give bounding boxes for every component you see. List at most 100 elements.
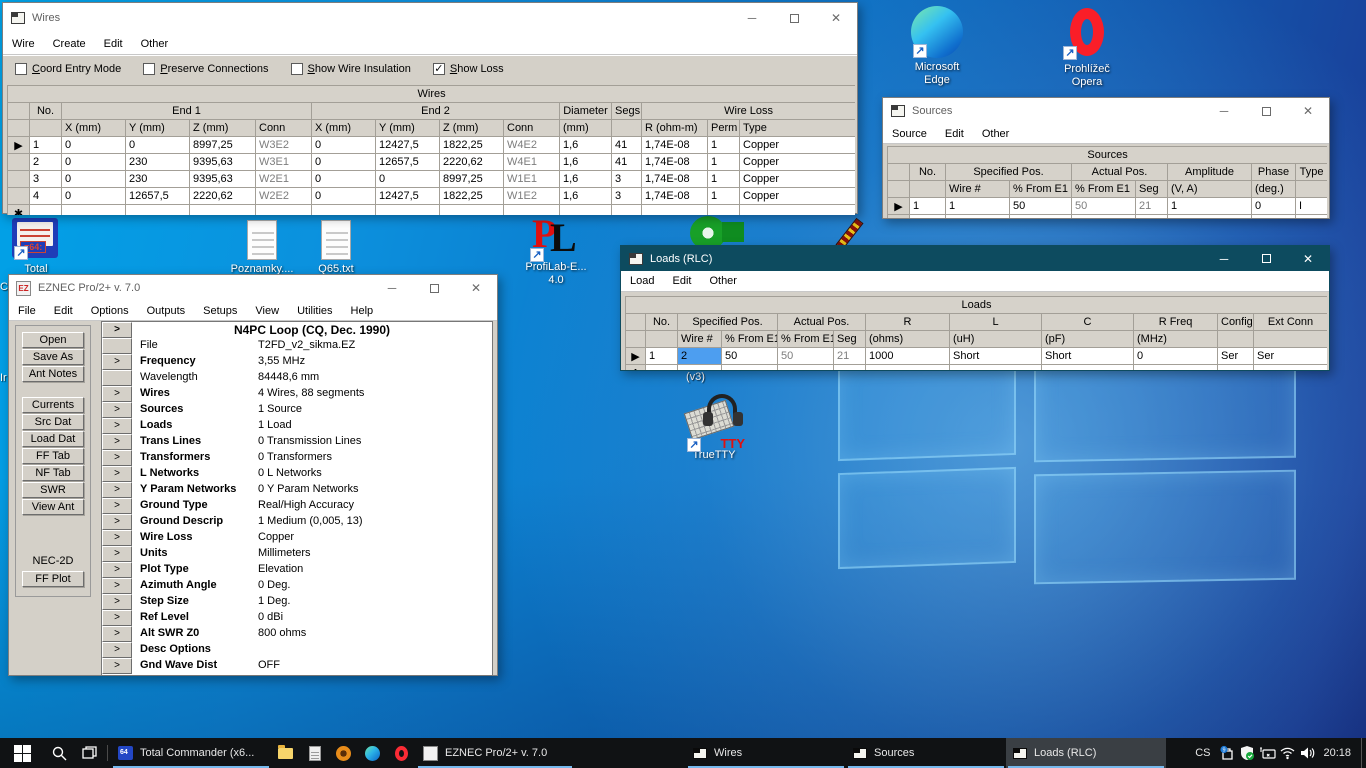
checkbox-show-wire-insulation[interactable]: Show Wire Insulation	[291, 63, 411, 75]
expand-arrow-button[interactable]	[102, 370, 132, 386]
menu-item-load[interactable]: Load	[621, 273, 663, 289]
grid-cell[interactable]: 0	[62, 188, 126, 205]
grid-cell[interactable]	[62, 205, 126, 216]
nf-tab-button[interactable]: NF Tab	[22, 465, 84, 481]
grid-cell[interactable]	[866, 365, 950, 371]
safely-remove-hardware-icon[interactable]	[1257, 745, 1277, 761]
grid-cell[interactable]: 1	[708, 171, 740, 188]
grid-cell[interactable]	[376, 205, 440, 216]
grid-cell[interactable]	[740, 205, 856, 216]
grid-cell[interactable]: 0	[126, 137, 190, 154]
menu-item-outputs[interactable]: Outputs	[138, 303, 195, 319]
grid-cell[interactable]: Short	[1042, 348, 1134, 365]
grid-cell[interactable]: W4E1	[504, 154, 560, 171]
maximize-button[interactable]	[1245, 98, 1287, 124]
search-button[interactable]	[44, 738, 74, 768]
grid-cell[interactable]: 1	[708, 188, 740, 205]
grid-cell[interactable]	[722, 365, 778, 371]
close-button[interactable]: ✕	[1287, 98, 1329, 124]
grid-cell[interactable]	[190, 205, 256, 216]
expand-arrow-button[interactable]: >	[102, 562, 132, 578]
maximize-button[interactable]	[413, 275, 455, 301]
minimize-button[interactable]: ─	[1203, 246, 1245, 271]
grid-cell[interactable]	[1218, 365, 1254, 371]
menu-item-edit[interactable]: Edit	[936, 126, 973, 142]
grid-cell[interactable]: Copper	[740, 171, 856, 188]
grid-cell[interactable]: 1,74E-08	[642, 188, 708, 205]
expand-arrow-button[interactable]: >	[102, 658, 132, 674]
menu-item-edit[interactable]: Edit	[45, 303, 82, 319]
menu-item-other[interactable]: Other	[700, 273, 746, 289]
checkbox-box[interactable]	[15, 63, 27, 75]
grid-cell[interactable]	[1136, 215, 1168, 219]
view-ant-button[interactable]: View Ant	[22, 499, 84, 515]
checkbox-box[interactable]	[291, 63, 303, 75]
checkbox-box[interactable]: ✓	[433, 63, 445, 75]
grid-cell[interactable]: W2E1	[256, 171, 312, 188]
save-as-button[interactable]: Save As	[22, 349, 84, 365]
start-button[interactable]	[0, 738, 44, 768]
grid-cell[interactable]: 4	[30, 188, 62, 205]
expand-arrow-button[interactable]: >	[102, 610, 132, 626]
grid-cell[interactable]: 41	[612, 154, 642, 171]
grid-cell[interactable]: Ser	[1254, 348, 1328, 365]
menu-item-options[interactable]: Options	[82, 303, 138, 319]
grid-cell[interactable]: Copper	[740, 137, 856, 154]
grid-cell[interactable]: W4E2	[504, 137, 560, 154]
expand-arrow-button[interactable]: >	[102, 626, 132, 642]
grid-cell[interactable]: 1	[30, 137, 62, 154]
grid-cell[interactable]: 12427,5	[376, 188, 440, 205]
checkbox-show-loss[interactable]: ✓Show Loss	[433, 63, 504, 75]
grid-cell[interactable]: 0	[312, 188, 376, 205]
grid-cell[interactable]: 0	[312, 154, 376, 171]
menu-item-view[interactable]: View	[246, 303, 288, 319]
grid-cell[interactable]: 2	[30, 154, 62, 171]
grid-cell[interactable]: 1,6	[560, 137, 612, 154]
grid-cell[interactable]: 1	[708, 137, 740, 154]
grid-cell[interactable]	[1254, 365, 1328, 371]
grid-cell[interactable]: 1000	[866, 348, 950, 365]
taskbar-button-notepad[interactable]	[300, 738, 329, 768]
grid-cell[interactable]: 9395,63	[190, 154, 256, 171]
grid-cell[interactable]: 3	[612, 171, 642, 188]
grid-cell[interactable]	[646, 365, 678, 371]
grid-cell[interactable]	[126, 205, 190, 216]
expand-arrow-button[interactable]: >	[102, 578, 132, 594]
row-selector[interactable]	[8, 154, 30, 171]
menu-item-edit[interactable]: Edit	[95, 36, 132, 52]
tray-app-icon[interactable]: 9	[1217, 745, 1237, 761]
taskbar-button-loads-rlc[interactable]: Loads (RLC)	[1006, 738, 1166, 768]
grid-cell[interactable]: 2	[678, 348, 722, 365]
ant-notes-button[interactable]: Ant Notes	[22, 366, 84, 382]
row-selector[interactable]	[8, 188, 30, 205]
grid-cell[interactable]: Short	[950, 348, 1042, 365]
close-button[interactable]: ✕	[455, 275, 497, 301]
grid-cell[interactable]: 9395,63	[190, 171, 256, 188]
grid-cell[interactable]: 1	[910, 198, 946, 215]
grid-cell[interactable]	[1134, 365, 1218, 371]
grid-cell[interactable]: 0	[1134, 348, 1218, 365]
network-wifi-icon[interactable]	[1277, 745, 1297, 761]
clock[interactable]: 20:18	[1317, 747, 1361, 759]
new-record-selector[interactable]: ✱	[626, 365, 646, 371]
grid-cell[interactable]: 8997,25	[440, 171, 504, 188]
grid-cell[interactable]	[946, 215, 1010, 219]
show-desktop-button[interactable]	[1361, 738, 1366, 768]
grid-cell[interactable]: 1,6	[560, 188, 612, 205]
grid-cell[interactable]: W1E2	[504, 188, 560, 205]
expand-arrow-button[interactable]: >	[102, 386, 132, 402]
grid-cell[interactable]: 2220,62	[190, 188, 256, 205]
grid-cell[interactable]	[950, 365, 1042, 371]
grid-cell[interactable]	[778, 365, 834, 371]
close-button[interactable]: ✕	[815, 3, 857, 33]
row-selector[interactable]: ▶	[626, 348, 646, 365]
grid-cell[interactable]	[440, 205, 504, 216]
row-selector[interactable]	[8, 171, 30, 188]
grid-cell[interactable]: 3	[612, 188, 642, 205]
expand-arrow-button[interactable]: >	[102, 418, 132, 434]
grid-cell[interactable]	[1168, 215, 1252, 219]
grid-cell[interactable]	[1252, 215, 1296, 219]
grid-cell[interactable]: 50	[722, 348, 778, 365]
grid-cell[interactable]: 1822,25	[440, 137, 504, 154]
desktop-icon-poznamky[interactable]: Poznamky....	[224, 220, 300, 276]
